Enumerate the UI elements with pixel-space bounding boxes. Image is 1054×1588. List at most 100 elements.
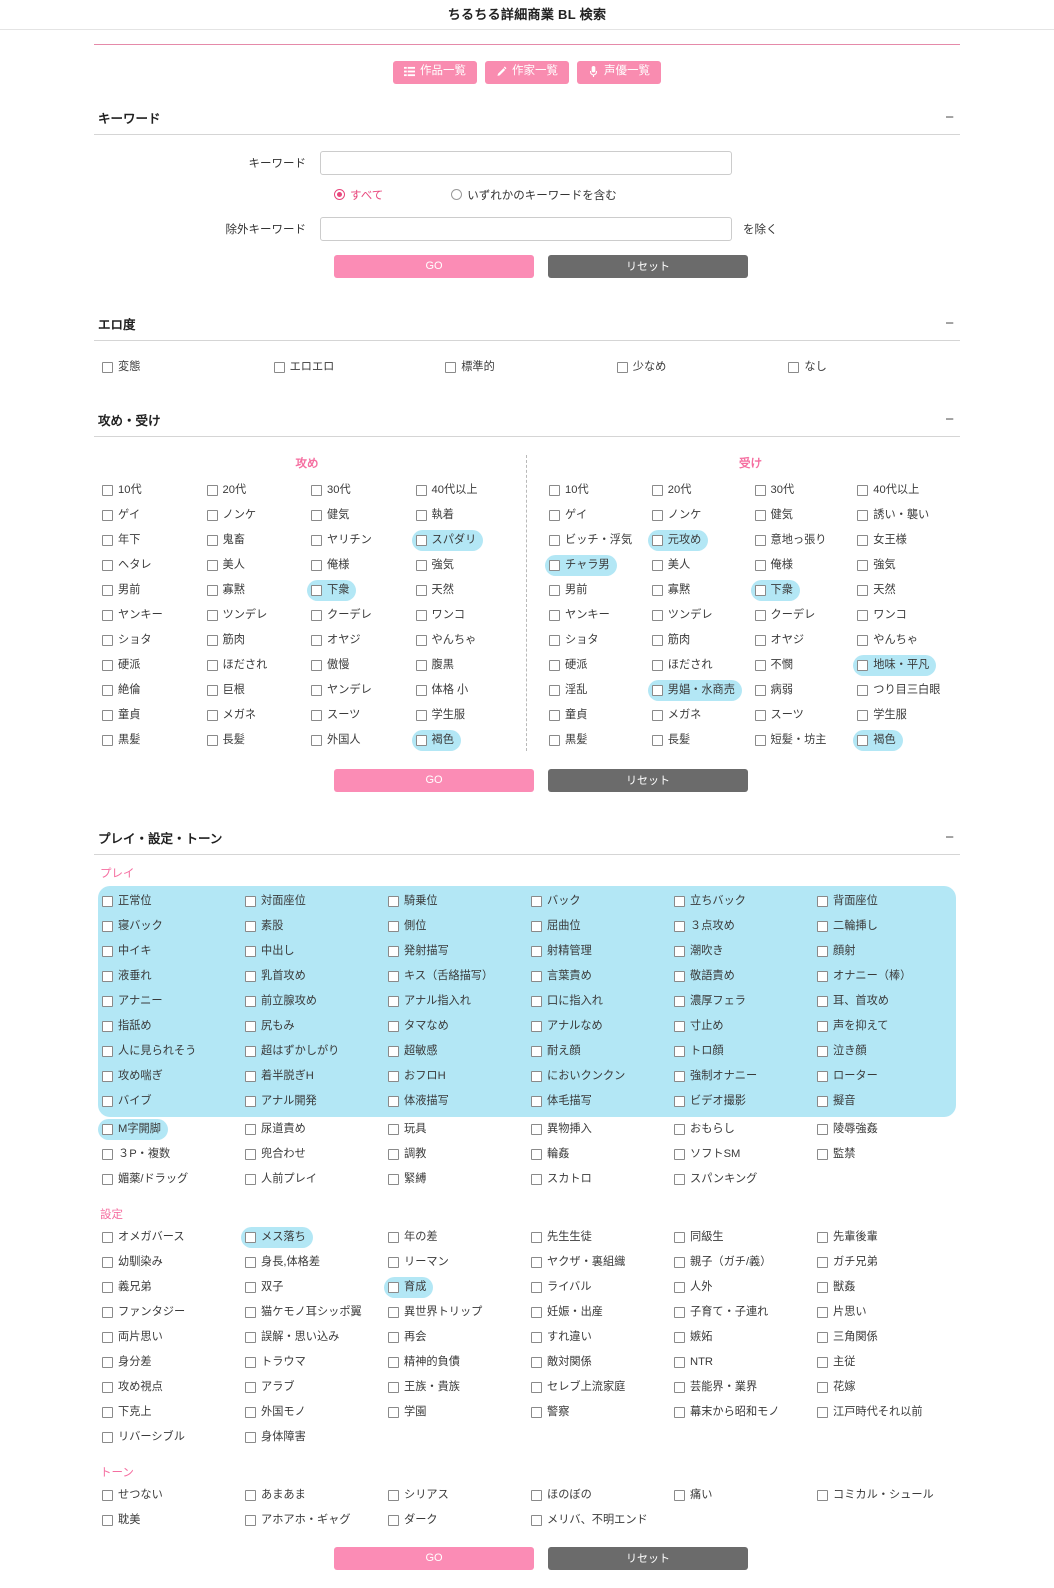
uke-checkbox-item[interactable]: 10代 [545,480,596,501]
setting-checkbox-item[interactable]: 獣姦 [813,1277,862,1298]
checkbox-icon[interactable] [549,509,560,521]
play-checkbox-item[interactable]: ３点攻め [670,916,742,937]
checkbox-icon[interactable] [102,1020,113,1032]
checkbox-icon[interactable] [817,920,828,932]
collapse-toggle-pst[interactable]: − [945,830,956,845]
setting-checkbox-item[interactable]: 敵対関係 [527,1352,599,1373]
checkbox-icon[interactable] [674,1148,685,1160]
play-checkbox-item[interactable]: 寝バック [98,916,170,937]
play-checkbox-item[interactable]: 媚薬/ドラッグ [98,1169,195,1190]
play-checkbox-item[interactable]: においクンクン [527,1066,632,1087]
setting-checkbox-item[interactable]: 子育て・子連れ [670,1302,775,1323]
checkbox-icon[interactable] [388,1070,399,1082]
checkbox-icon[interactable] [311,709,322,721]
uke-checkbox-item[interactable]: 男娼・水商売 [647,679,742,701]
setting-checkbox-item[interactable]: 攻め視点 [98,1377,170,1398]
uke-checkbox-item[interactable]: メガネ [648,705,709,726]
checkbox-icon[interactable] [616,361,628,373]
checkbox-icon[interactable] [102,584,113,596]
checkbox-icon[interactable] [388,1256,399,1268]
uke-checkbox-item[interactable]: 30代 [751,480,802,501]
uke-checkbox-item[interactable]: 女王様 [853,530,914,551]
uke-checkbox-item[interactable]: 短髪・坊主 [751,730,834,751]
checkbox-icon[interactable] [102,945,113,957]
checkbox-icon[interactable] [388,1489,399,1501]
seme-checkbox-item[interactable]: 筋肉 [203,630,252,651]
tone-checkbox-item[interactable]: メリバ、不明エンド [527,1510,655,1531]
checkbox-icon[interactable] [206,634,218,646]
checkbox-icon[interactable] [531,1306,542,1318]
checkbox-icon[interactable] [206,684,218,696]
setting-checkbox-item[interactable]: ファンタジー [98,1302,192,1323]
seme-checkbox-item[interactable]: 傲慢 [307,655,356,676]
ero-checkbox-item[interactable]: なし [784,357,833,378]
checkbox-icon[interactable] [754,684,766,696]
seme-checkbox-item[interactable]: 鬼畜 [203,530,252,551]
setting-checkbox-item[interactable]: アラブ [241,1377,302,1398]
setting-checkbox-item[interactable]: ガチ兄弟 [813,1252,885,1273]
keyword-input[interactable] [320,150,732,175]
checkbox-icon[interactable] [531,1123,542,1135]
setting-checkbox-item[interactable]: 人外 [670,1277,719,1298]
checkbox-icon[interactable] [531,1148,542,1160]
setting-checkbox-item[interactable]: 下克上 [98,1402,159,1423]
play-checkbox-item[interactable]: 発射描写 [384,941,456,962]
checkbox-icon[interactable] [817,1331,828,1343]
pst-go-button[interactable]: GO [334,1546,534,1570]
checkbox-icon[interactable] [415,634,427,646]
uke-checkbox-item[interactable]: 長髪 [648,730,697,751]
play-checkbox-item[interactable]: 濃厚フェラ [670,991,753,1012]
seme-checkbox-item[interactable]: ヤリチン [307,530,379,551]
setting-checkbox-item[interactable]: ヤクザ・裏組織 [527,1252,632,1273]
play-checkbox-item[interactable]: スパンキング [670,1169,764,1190]
setting-checkbox-item[interactable]: 育成 [384,1276,434,1298]
seme-checkbox-item[interactable]: ほだされ [203,655,275,676]
checkbox-icon[interactable] [817,1406,828,1418]
play-checkbox-item[interactable]: 尻もみ [241,1016,302,1037]
checkbox-icon[interactable] [388,1231,399,1243]
checkbox-icon[interactable] [102,1281,113,1293]
checkbox-icon[interactable] [311,484,322,496]
seme-checkbox-item[interactable]: ヘタレ [98,555,159,576]
checkbox-icon[interactable] [857,609,869,621]
checkbox-icon[interactable] [388,970,399,982]
checkbox-icon[interactable] [674,1256,685,1268]
checkbox-icon[interactable] [102,1331,113,1343]
checkbox-icon[interactable] [102,1045,113,1057]
uke-checkbox-item[interactable]: 寡黙 [648,580,697,601]
checkbox-icon[interactable] [245,1123,256,1135]
play-checkbox-item[interactable]: 騎乗位 [384,891,445,912]
checkbox-icon[interactable] [388,1514,399,1526]
uke-checkbox-item[interactable]: 健気 [751,505,800,526]
setting-checkbox-item[interactable]: 幼馴染み [98,1252,170,1273]
play-checkbox-item[interactable]: 正常位 [98,891,159,912]
setting-checkbox-item[interactable]: 江戸時代それ以前 [813,1402,930,1423]
radio-any[interactable]: いずれかのキーワードを含む [451,187,617,203]
checkbox-icon[interactable] [674,1406,685,1418]
play-checkbox-item[interactable]: おフロH [384,1066,453,1087]
pst-reset-button[interactable]: リセット [548,1546,748,1570]
uke-checkbox-item[interactable]: 俺様 [751,555,800,576]
checkbox-icon[interactable] [206,484,218,496]
checkbox-icon[interactable] [788,361,800,373]
play-checkbox-item[interactable]: 尿道責め [241,1119,313,1140]
checkbox-icon[interactable] [245,1070,256,1082]
uke-checkbox-item[interactable]: 20代 [648,480,699,501]
tone-checkbox-item[interactable]: ダーク [384,1510,445,1531]
checkbox-icon[interactable] [531,970,542,982]
setting-checkbox-item[interactable]: 芸能界・業界 [670,1377,764,1398]
seme-checkbox-item[interactable]: ヤンデレ [307,680,379,701]
checkbox-icon[interactable] [102,995,113,1007]
seme-checkbox-item[interactable]: 褐色 [411,729,461,751]
setting-checkbox-item[interactable]: 王族・貴族 [384,1377,467,1398]
setting-checkbox-item[interactable]: セレブ上流家庭 [527,1377,632,1398]
checkbox-icon[interactable] [857,509,869,521]
checkbox-icon[interactable] [531,945,542,957]
uke-checkbox-item[interactable]: やんちゃ [853,630,925,651]
play-checkbox-item[interactable]: アナル開発 [241,1091,324,1112]
checkbox-icon[interactable] [245,945,256,957]
setting-checkbox-item[interactable]: リーマン [384,1252,456,1273]
checkbox-icon[interactable] [531,1381,542,1393]
checkbox-icon[interactable] [674,1231,685,1243]
play-checkbox-item[interactable]: バック [527,891,588,912]
